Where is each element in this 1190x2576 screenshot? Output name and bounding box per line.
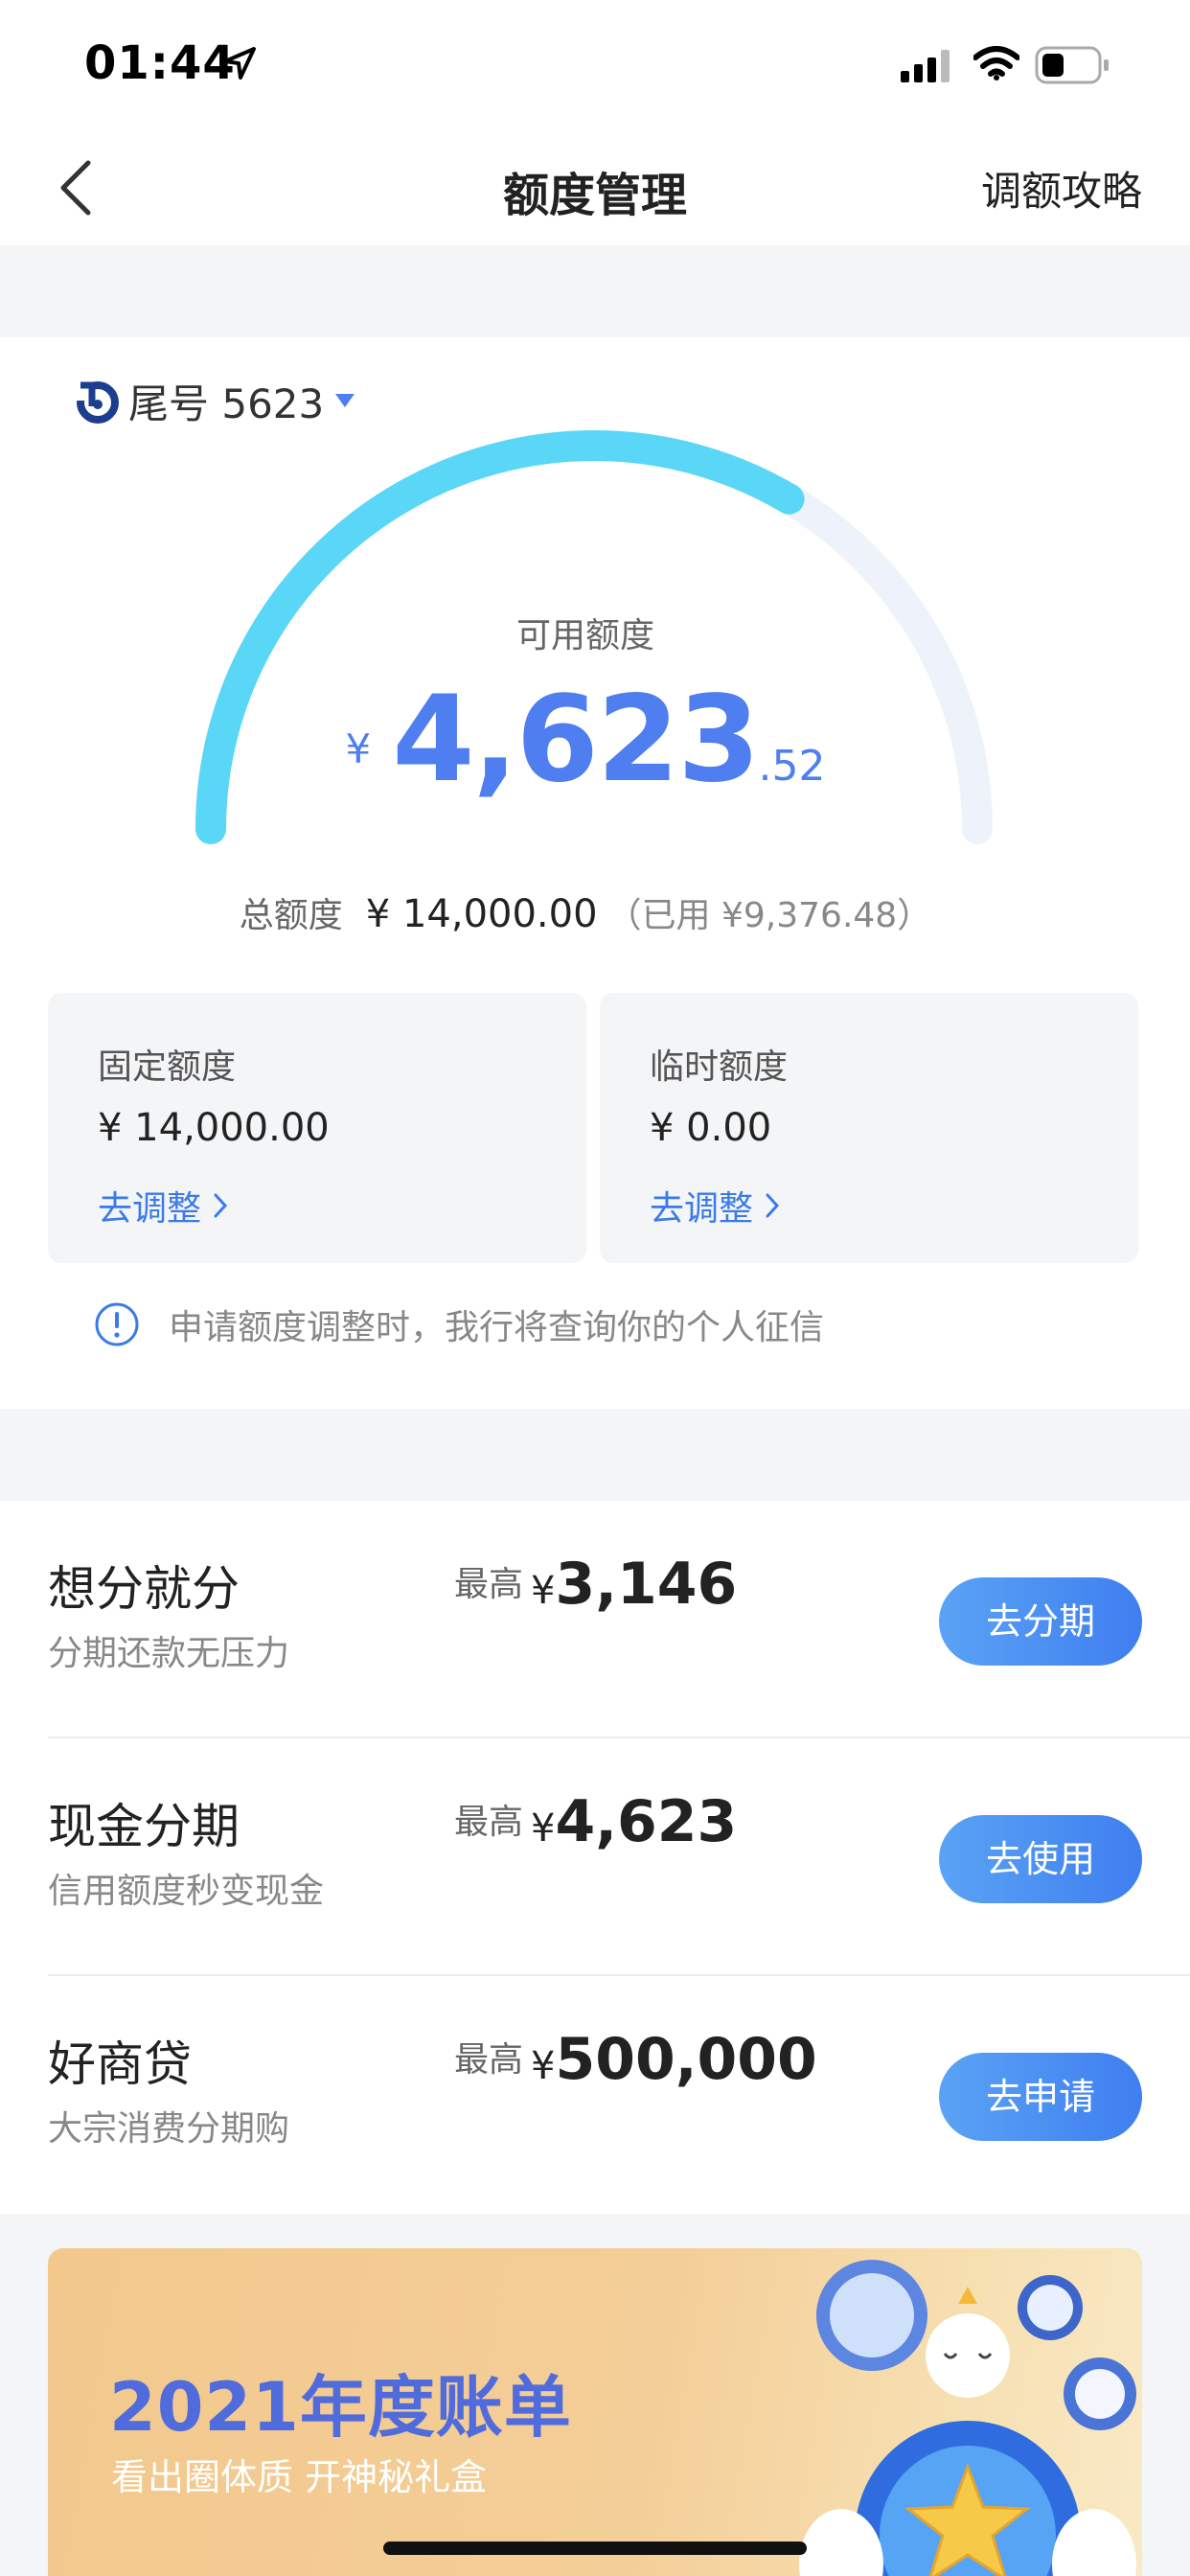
available-limit-amount: ¥4,623.52 [0,671,1171,809]
wifi-icon [973,46,1019,80]
adjust-fixed-limit-link[interactable]: 去调整 [98,1181,228,1230]
temporary-limit-value: ¥ 0.00 [650,1106,772,1150]
available-limit-label: 可用额度 [515,616,654,656]
location-arrow-icon [223,47,256,80]
max-label: 最高 [454,1565,524,1604]
product-row-business-loan: 好商贷 大宗消费分期购 最高 ¥500,000 去申请 [0,1976,1190,2214]
max-value: 4,623 [555,1788,738,1855]
max-currency: ¥ [531,2044,556,2088]
available-currency: ¥ [345,725,372,772]
product-title: 想分就分 [48,1561,240,1617]
product-row-installment: 想分就分 分期还款无压力 最高 ¥3,146 去分期 [0,1501,1190,1738]
info-icon [95,1302,139,1346]
product-subtitle: 分期还款无压力 [48,1634,290,1673]
available-decimal: .52 [758,742,826,791]
used-amount: （已用 ¥9,376.48） [606,896,932,935]
product-subtitle: 信用额度秒变现金 [48,1872,325,1911]
product-row-cash-installment: 现金分期 信用额度秒变现金 最高 ¥4,623 去使用 [0,1738,1190,1976]
banner-title: 2021年度账单 [109,2368,572,2447]
banner-subtitle: 看出圈体质 开神秘礼盒 [111,2456,488,2498]
max-currency: ¥ [531,1806,556,1851]
product-max-amount: 最高 ¥4,623 [454,1788,737,1855]
go-installment-button[interactable]: 去分期 [939,1577,1142,1666]
home-indicator [383,2542,807,2555]
screen: 01:44 额度管理 调额攻略 尾号 5623 可用额度 ¥ 4,623.52 … [0,0,1190,2576]
status-time: 01:44 [84,36,236,90]
temporary-limit-card: 临时额度 ¥ 0.00 去调整 [600,993,1138,1263]
credit-check-notice: 申请额度调整时，我行将查询你的个人征信 [94,1300,824,1349]
max-value: 500,000 [555,2026,817,2093]
max-value: 3,146 [555,1551,738,1618]
chevron-right-icon [214,1193,228,1218]
cellular-signal-icon [901,50,950,82]
product-title: 好商贷 [48,2036,192,2092]
chevron-right-icon [766,1193,780,1218]
total-limit-line: 总额度 ¥ 14,000.00 （已用 ¥9,376.48） [0,887,1171,937]
product-max-amount: 最高 ¥500,000 [454,2026,817,2093]
section-divider [0,1409,1190,1501]
temporary-limit-label: 临时额度 [650,1047,789,1087]
battery-icon [1035,46,1109,84]
notice-text: 申请额度调整时，我行将查询你的个人征信 [169,1308,825,1347]
product-max-amount: 最高 ¥3,146 [454,1551,737,1618]
total-limit-value: ¥ 14,000.00 [365,892,598,936]
product-title: 现金分期 [48,1799,240,1854]
max-label: 最高 [454,1803,524,1842]
max-label: 最高 [454,2040,524,2080]
adjust-fixed-label: 去调整 [98,1189,202,1229]
go-apply-button[interactable]: 去申请 [939,2053,1142,2141]
available-integer: 4,623 [392,671,760,809]
product-subtitle: 大宗消费分期购 [48,2109,290,2149]
max-currency: ¥ [531,1569,556,1613]
fixed-limit-label: 固定额度 [98,1047,237,1087]
limit-guide-link[interactable]: 调额攻略 [981,159,1142,218]
fixed-limit-value: ¥ 14,000.00 [98,1106,330,1150]
annual-bill-banner[interactable]: 2021年度账单 看出圈体质 开神秘礼盒 [48,2248,1142,2576]
status-bar: 01:44 [0,0,1190,134]
navigation-bar: 额度管理 调额攻略 [0,134,1190,245]
mascot-illustration [799,2260,1136,2576]
adjust-temporary-limit-link[interactable]: 去调整 [650,1181,780,1230]
total-limit-label: 总额度 [239,896,343,935]
section-divider [0,245,1190,337]
go-use-button[interactable]: 去使用 [939,1815,1142,1903]
fixed-limit-card: 固定额度 ¥ 14,000.00 去调整 [48,993,586,1263]
adjust-temporary-label: 去调整 [650,1189,754,1229]
